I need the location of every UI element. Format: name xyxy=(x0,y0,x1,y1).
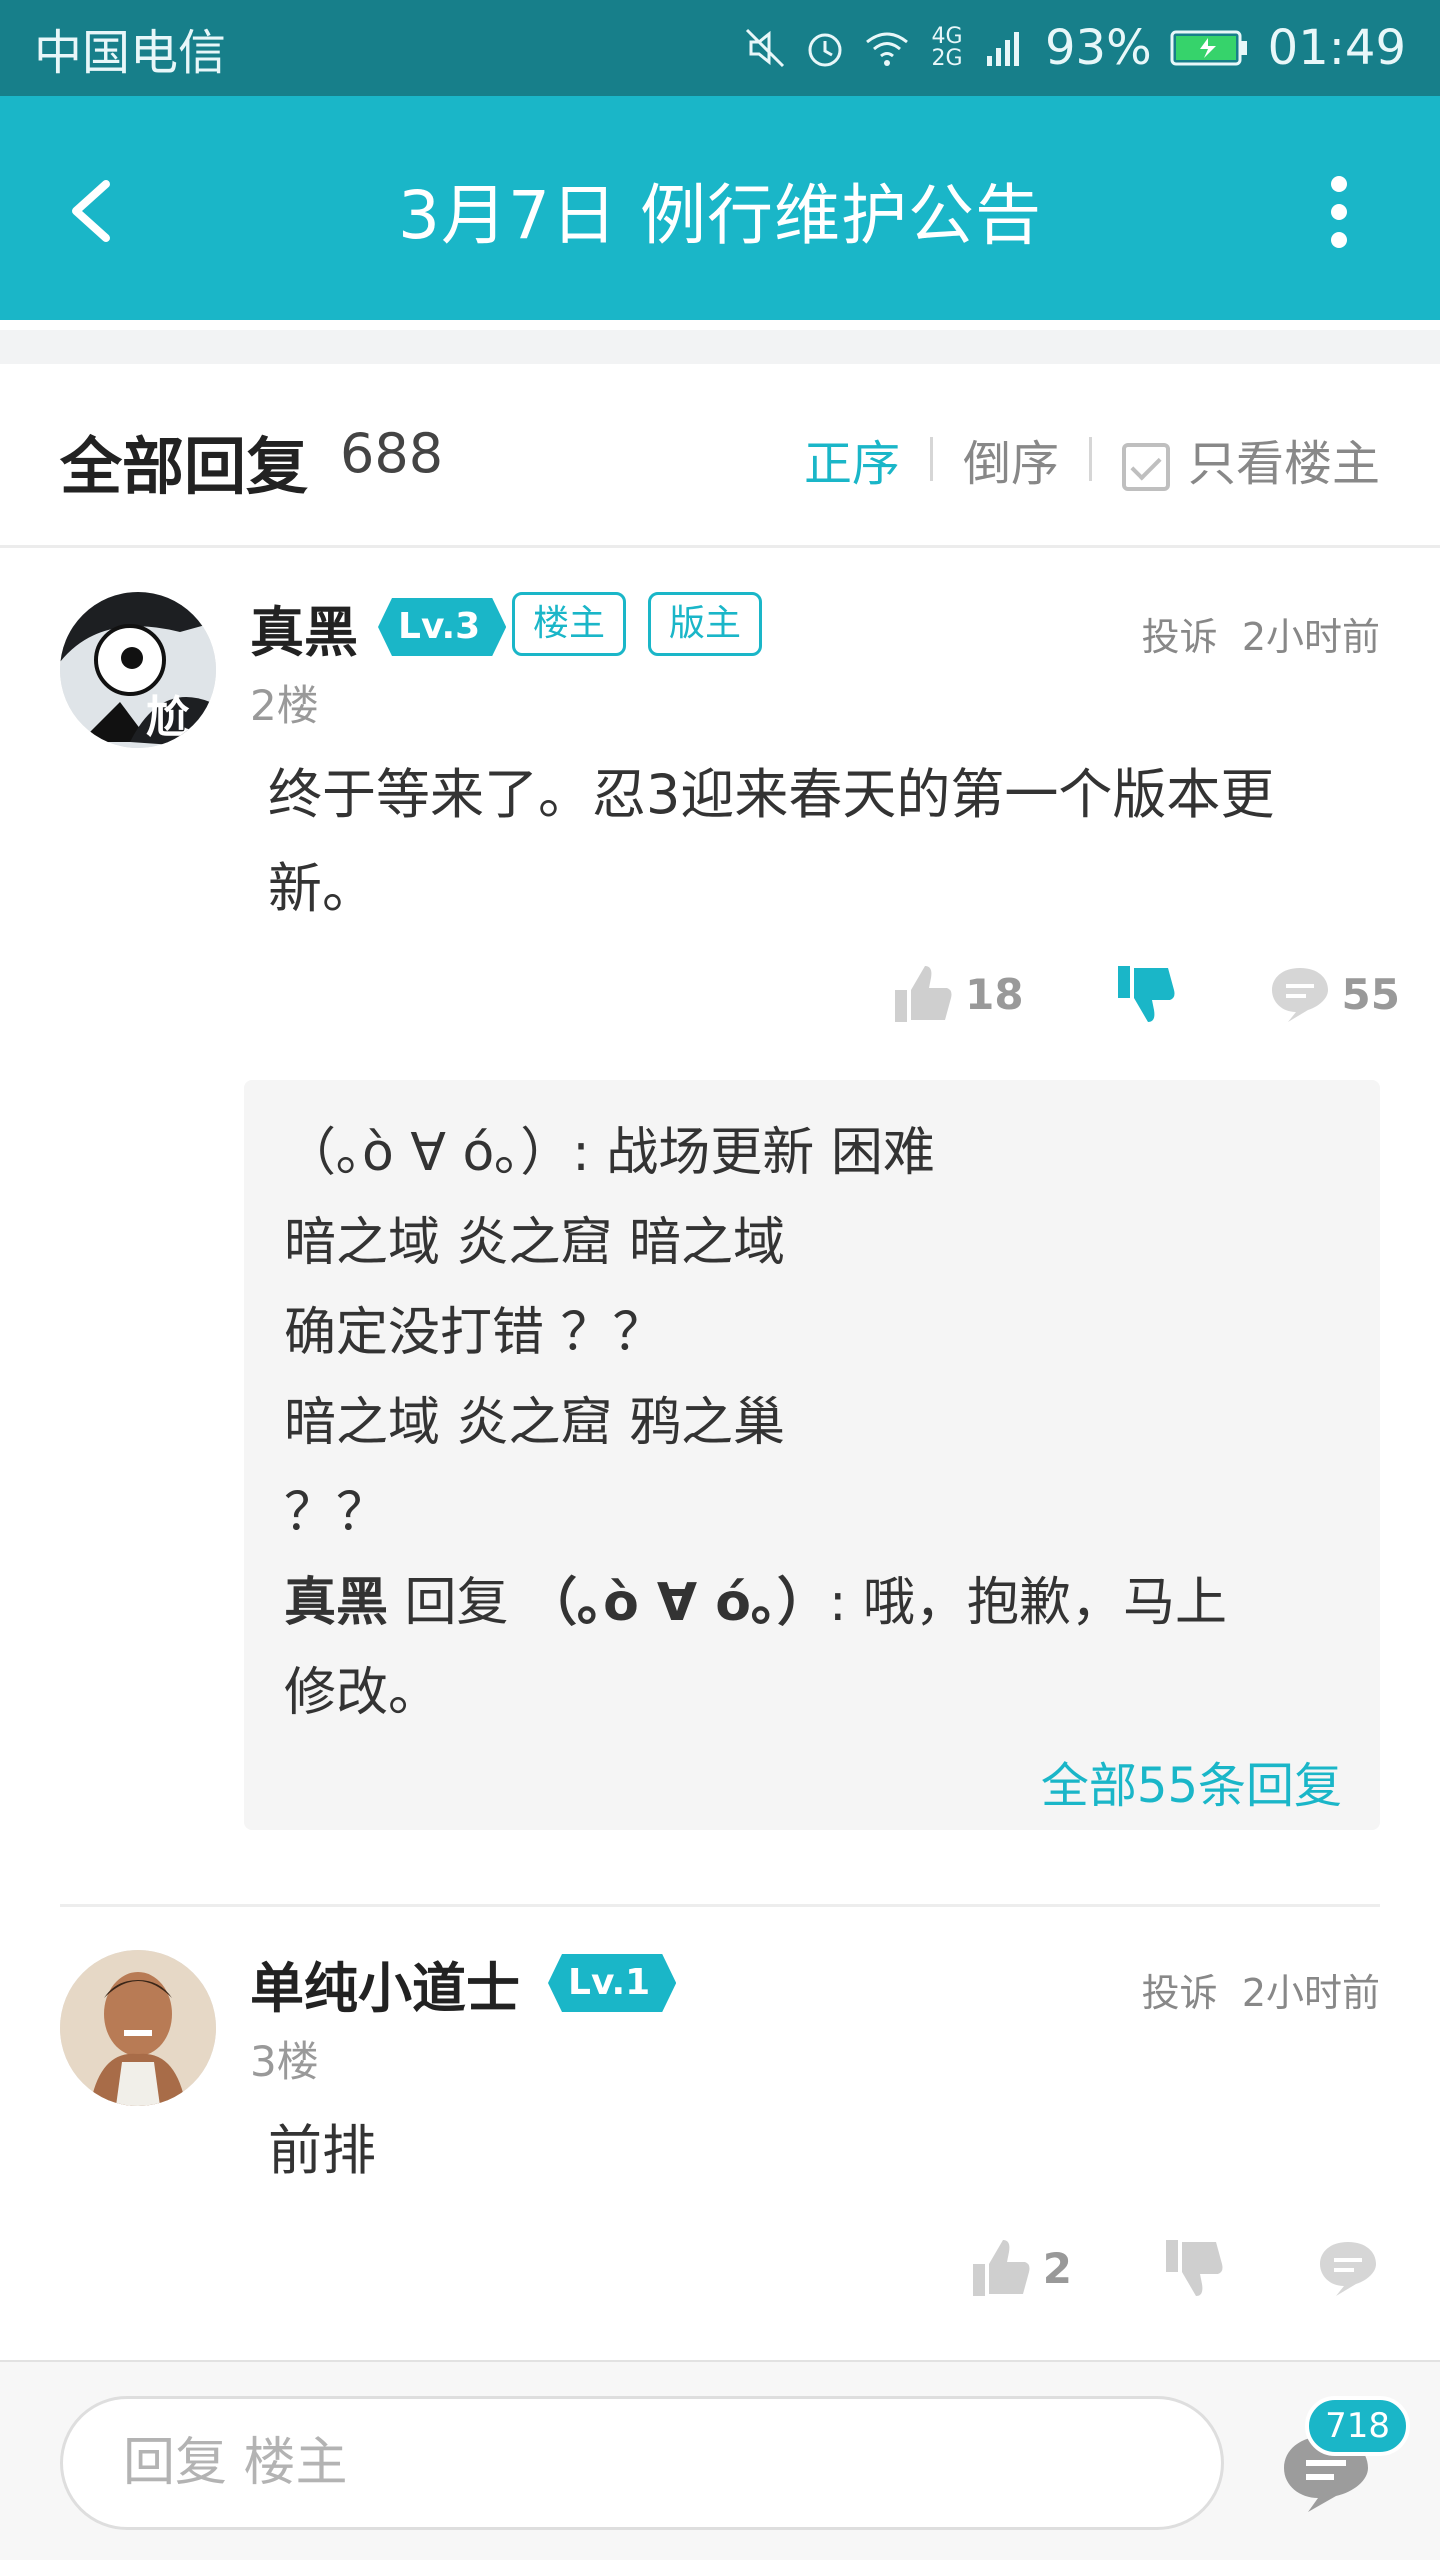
comment-content: 终于等来了。忍3迎来春天的第一个版本更 新。 xyxy=(268,748,1320,936)
status-bar: 中国电信 4G 2G 93% 01:49 xyxy=(0,0,1440,96)
comment-meta: 投诉 2小时前 xyxy=(1142,1962,1380,2017)
chat-bubble-icon xyxy=(1320,2242,1376,2296)
comment-button[interactable] xyxy=(1316,2236,1380,2300)
sort-asc-tab[interactable]: 正序 xyxy=(774,424,930,494)
like-button[interactable]: 18 xyxy=(891,962,1024,1026)
view-all-replies-link[interactable]: 全部55条回复 xyxy=(284,1746,1342,1816)
time: 01:49 xyxy=(1267,20,1406,76)
comment-actions: 18 55 xyxy=(801,962,1400,1026)
reply-word: 回复 xyxy=(404,1573,509,1633)
dislike-button[interactable] xyxy=(1162,2236,1226,2300)
sub-reply-author[interactable]: 真黑 xyxy=(284,1573,388,1633)
owner-only-toggle[interactable]: 只看楼主 xyxy=(1092,424,1380,494)
content-line: 新。 xyxy=(268,857,376,920)
status-icons: 4G 2G xyxy=(743,26,1027,70)
reply-count: 688 xyxy=(340,422,444,485)
thumbs-down-icon xyxy=(1166,2240,1223,2296)
comment-count: 55 xyxy=(1341,969,1400,1019)
content-line: 前排 xyxy=(268,2119,376,2182)
sub-reply-target[interactable]: （｡ò ∀ ó｡） xyxy=(525,1573,829,1633)
checkbox-icon xyxy=(1121,443,1170,491)
like-count: 2 xyxy=(1042,2243,1072,2293)
sub-reply-text: : 哦，抱歉，马上 xyxy=(829,1573,1228,1633)
sub-reply-line: 暗之域 炎之窟 暗之域 xyxy=(284,1213,786,1273)
timestamp: 2小时前 xyxy=(1241,1971,1380,2015)
like-count: 18 xyxy=(965,969,1024,1019)
title-bar: 3月7日 例行维护公告 xyxy=(0,96,1440,320)
floor-number: 3楼 xyxy=(250,2037,319,2086)
comment-divider xyxy=(60,1904,1380,1907)
sub-reply-line: （｡ò ∀ ó｡）: 战场更新 困难 xyxy=(284,1123,935,1183)
page-title: 3月7日 例行维护公告 xyxy=(398,177,1042,254)
comment-actions: 2 xyxy=(879,2236,1380,2300)
moderator-tag: 版主 xyxy=(648,592,763,656)
comment-meta: 投诉 2小时前 xyxy=(1142,606,1380,661)
sub-reply-line: ？？ xyxy=(284,1483,389,1543)
content-line: 终于等来了。忍3迎来春天的第一个版本更 xyxy=(268,763,1275,826)
svg-text:尬: 尬 xyxy=(146,692,190,743)
level-badge: Lv.3 xyxy=(378,598,506,656)
report-link[interactable]: 投诉 xyxy=(1142,1971,1218,2015)
bottom-bar: 回复 楼主 718 xyxy=(0,2360,1440,2560)
reply-input[interactable]: 回复 楼主 xyxy=(60,2396,1224,2530)
all-replies-label: 全部回复 xyxy=(60,430,309,503)
network-type: 4G 2G xyxy=(931,24,963,71)
like-button[interactable]: 2 xyxy=(969,2236,1072,2300)
sub-reply-line: 确定没打错 ？？ xyxy=(284,1303,665,1363)
comment-content: 前排 xyxy=(268,2104,1320,2198)
reply-header: 全部回复 688 正序 倒序 只看楼主 xyxy=(0,364,1440,548)
signal-icon xyxy=(986,32,1019,66)
floor-number: 2楼 xyxy=(250,681,319,730)
sort-desc-tab[interactable]: 倒序 xyxy=(933,424,1089,494)
chat-bubble-icon xyxy=(1271,968,1328,1022)
alarm-icon xyxy=(808,33,842,67)
sub-reply-line: 修改。 xyxy=(284,1663,441,1723)
avatar[interactable] xyxy=(60,1950,216,2106)
header-shadow xyxy=(0,330,1440,364)
sort-group: 正序 倒序 只看楼主 xyxy=(774,424,1380,494)
thumbs-up-icon xyxy=(972,2240,1030,2296)
owner-only-label: 只看楼主 xyxy=(1187,436,1380,492)
username[interactable]: 真黑 xyxy=(250,588,358,667)
sub-reply-line: 暗之域 炎之窟 鸦之巢 xyxy=(284,1393,786,1453)
comment-button[interactable]: 55 xyxy=(1268,962,1400,1026)
thumbs-down-icon xyxy=(1117,966,1175,1022)
username[interactable]: 单纯小道士 xyxy=(250,1944,520,2023)
battery-icon xyxy=(1170,30,1247,66)
avatar[interactable]: 尬 xyxy=(60,592,216,748)
timestamp: 2小时前 xyxy=(1241,615,1380,659)
status-right: 4G 2G 93% 01:49 xyxy=(743,20,1406,76)
mute-icon xyxy=(745,28,785,68)
owner-tag: 楼主 xyxy=(512,592,627,656)
carrier: 中国电信 xyxy=(34,25,227,81)
level-badge: Lv.1 xyxy=(548,1954,676,2012)
wifi-icon xyxy=(866,32,908,66)
sub-replies-box: （｡ò ∀ ó｡）: 战场更新 困难 暗之域 炎之窟 暗之域 确定没打错 ？？ … xyxy=(244,1080,1380,1830)
comment-item: 单纯小道士 Lv.1 投诉 2小时前 3楼 前排 2 xyxy=(0,1908,1440,2358)
thumbs-up-icon xyxy=(895,966,952,1022)
comment-item: 尬 真黑 Lv.3 楼主 版主 投诉 2小时前 2楼 终于等来了。忍3迎来春天的… xyxy=(0,548,1440,1908)
battery-percent: 93% xyxy=(1044,20,1152,76)
reply-count-badge: 718 xyxy=(1305,2396,1410,2456)
dislike-button[interactable] xyxy=(1114,962,1178,1026)
more-button[interactable] xyxy=(1324,172,1354,252)
sub-reply-item[interactable]: 真黑 回复 （｡ò ∀ ó｡）: 哦，抱歉，马上 xyxy=(284,1558,1342,1648)
report-link[interactable]: 投诉 xyxy=(1142,615,1218,659)
